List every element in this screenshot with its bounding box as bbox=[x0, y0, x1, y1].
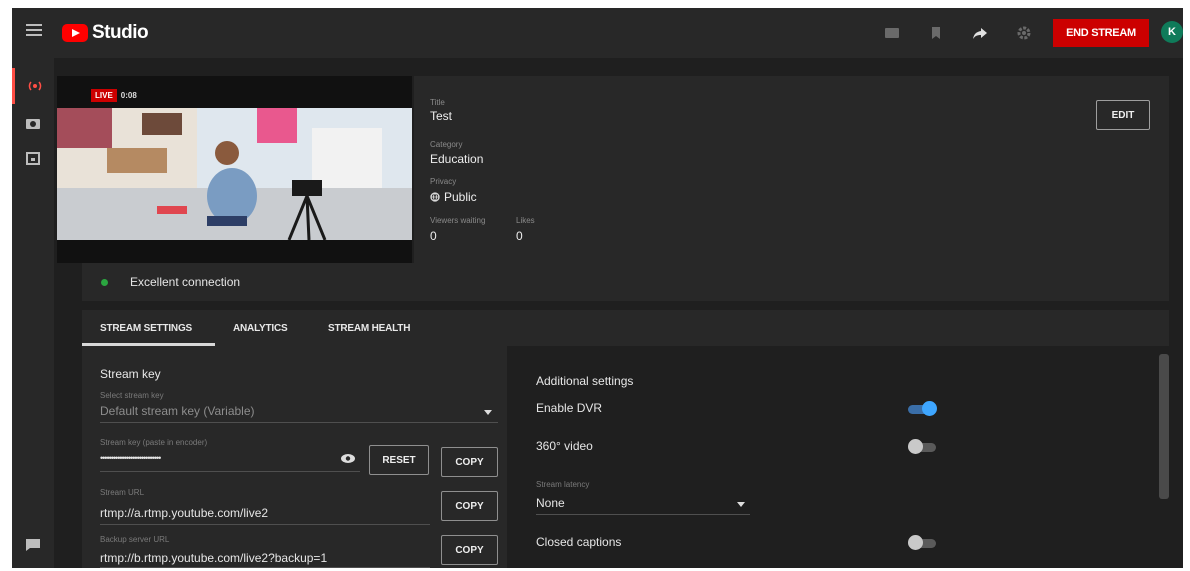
select-key-value[interactable]: Default stream key (Variable) bbox=[100, 404, 255, 418]
status-dot bbox=[101, 279, 108, 286]
eye-icon[interactable] bbox=[341, 454, 355, 463]
latency-label: Stream latency bbox=[536, 480, 590, 489]
privacy-label: Privacy bbox=[430, 177, 457, 186]
account-avatar[interactable]: K bbox=[1161, 21, 1183, 43]
tab-stream-health[interactable]: STREAM HEALTH bbox=[328, 323, 410, 334]
title-label: Title bbox=[430, 98, 445, 107]
logo-text: Studio bbox=[92, 22, 149, 43]
tab-bar: STREAM SETTINGS ANALYTICS STREAM HEALTH bbox=[82, 310, 1169, 346]
url-underline bbox=[100, 524, 430, 525]
viewers-value: 0 bbox=[430, 229, 437, 243]
privacy-row: Public bbox=[430, 190, 477, 204]
backup-url-value[interactable]: rtmp://b.rtmp.youtube.com/live2?backup=1 bbox=[100, 551, 327, 565]
stream-key-section: Stream key Select stream key Default str… bbox=[82, 346, 507, 568]
stream-key-title: Stream key bbox=[100, 367, 161, 381]
chevron-down-icon[interactable] bbox=[484, 410, 492, 415]
youtube-logo-icon bbox=[62, 24, 88, 42]
reset-button[interactable]: RESET bbox=[369, 445, 429, 475]
stream-url-value[interactable]: rtmp://a.rtmp.youtube.com/live2 bbox=[100, 506, 268, 520]
category-value: Education bbox=[430, 152, 484, 166]
dvr-label: Enable DVR bbox=[536, 401, 603, 415]
feedback-icon bbox=[26, 539, 40, 551]
globe-icon bbox=[430, 192, 440, 202]
live-stream-icon bbox=[28, 81, 41, 91]
key-label: Stream key (paste in encoder) bbox=[100, 438, 208, 447]
select-key-label: Select stream key bbox=[100, 391, 164, 400]
video360-toggle[interactable] bbox=[908, 439, 936, 454]
latency-value[interactable]: None bbox=[536, 496, 565, 510]
preview-video-frame bbox=[57, 108, 412, 240]
settings-gear-icon[interactable] bbox=[1016, 25, 1032, 41]
likes-label: Likes bbox=[516, 216, 535, 225]
tab-stream-settings[interactable]: STREAM SETTINGS bbox=[100, 323, 192, 334]
dvr-toggle[interactable] bbox=[908, 401, 937, 416]
captions-label: Closed captions bbox=[536, 535, 622, 549]
stream-preview[interactable]: LIVE 0:08 bbox=[57, 76, 412, 263]
menu-icon[interactable] bbox=[26, 24, 42, 38]
share-icon[interactable] bbox=[972, 25, 988, 41]
rail-item-manage[interactable] bbox=[12, 140, 54, 176]
category-label: Category bbox=[430, 140, 463, 149]
calendar-icon bbox=[26, 152, 40, 165]
rail-item-stream[interactable] bbox=[12, 68, 54, 104]
stream-key-field[interactable]: •••••••••••••••••••••••••••• bbox=[100, 453, 161, 463]
backup-url-label: Backup server URL bbox=[100, 535, 170, 544]
stream-details-panel: Title Test Category Education Privacy Pu… bbox=[414, 76, 1169, 263]
left-rail bbox=[12, 58, 54, 568]
studio-window: Studio END STREAM K LIVE 0:08 Title Test… bbox=[12, 8, 1183, 568]
top-bar: Studio END STREAM K bbox=[12, 8, 1183, 58]
select-key-underline bbox=[100, 422, 498, 423]
latency-underline bbox=[536, 514, 750, 515]
connection-text: Excellent connection bbox=[130, 275, 241, 289]
edit-button[interactable]: EDIT bbox=[1096, 100, 1150, 130]
backup-underline bbox=[100, 567, 430, 568]
latency-chevron-down-icon[interactable] bbox=[737, 502, 745, 507]
live-badge: LIVE 0:08 bbox=[91, 89, 137, 102]
copy-key-button[interactable]: COPY bbox=[441, 447, 498, 477]
rail-item-webcam[interactable] bbox=[12, 105, 54, 141]
tab-analytics[interactable]: ANALYTICS bbox=[233, 323, 288, 334]
live-tag: LIVE bbox=[91, 89, 117, 102]
settings-scrollbar[interactable] bbox=[1159, 354, 1169, 499]
url-label: Stream URL bbox=[100, 488, 145, 497]
video360-label: 360° video bbox=[536, 439, 593, 453]
camera-icon bbox=[26, 119, 40, 129]
key-underline bbox=[100, 471, 360, 472]
live-duration: 0:08 bbox=[120, 91, 137, 100]
chat-icon[interactable] bbox=[884, 25, 900, 41]
likes-value: 0 bbox=[516, 229, 523, 243]
copy-backup-button[interactable]: COPY bbox=[441, 535, 498, 565]
connection-status: Excellent connection bbox=[82, 263, 1169, 301]
viewers-label: Viewers waiting bbox=[430, 216, 486, 225]
privacy-value: Public bbox=[444, 190, 477, 204]
bookmark-icon[interactable] bbox=[928, 25, 944, 41]
end-stream-button[interactable]: END STREAM bbox=[1053, 19, 1149, 47]
rail-item-feedback[interactable] bbox=[12, 527, 54, 563]
additional-settings-title: Additional settings bbox=[536, 374, 634, 388]
captions-toggle[interactable] bbox=[908, 535, 936, 550]
title-value: Test bbox=[430, 109, 453, 123]
copy-url-button[interactable]: COPY bbox=[441, 491, 498, 521]
youtube-studio-logo[interactable]: Studio bbox=[62, 22, 149, 44]
stream-settings-panel: Stream key Select stream key Default str… bbox=[82, 346, 1169, 568]
